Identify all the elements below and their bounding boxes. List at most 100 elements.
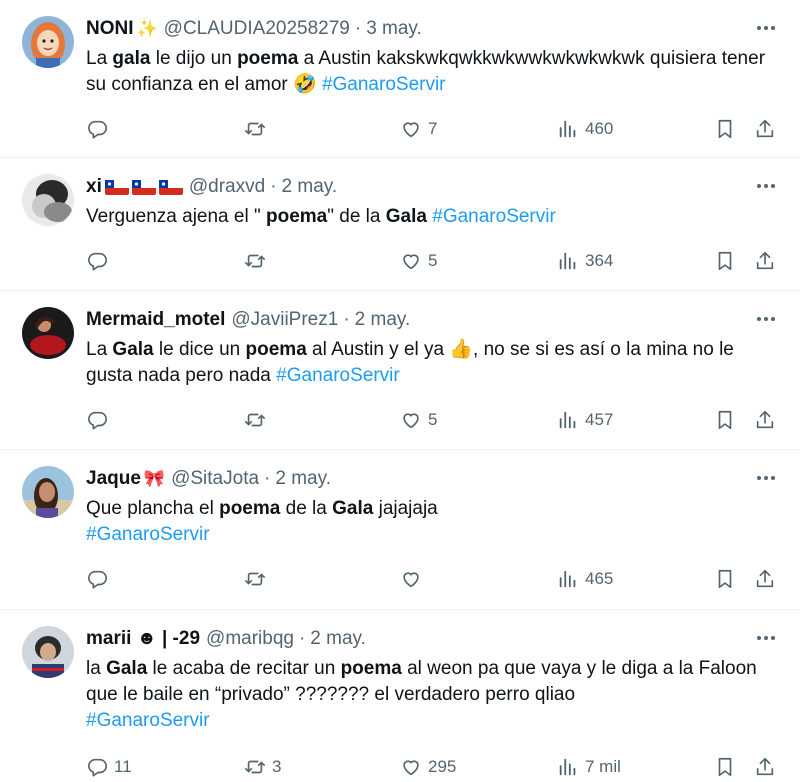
tweet-actions: 465 <box>86 567 786 591</box>
retweet-button[interactable] <box>244 567 272 591</box>
tweet[interactable]: marii ☻ | -29 @maribqg · 2 may. la Gala … <box>0 610 800 782</box>
text-segment: le dice un <box>153 339 246 360</box>
reply-button[interactable] <box>86 249 114 273</box>
reply-icon <box>88 570 107 589</box>
author-name[interactable]: Jaque <box>86 467 141 491</box>
tweet[interactable]: xi @draxvd · 2 may. Verguenza ajena el "… <box>0 158 800 291</box>
like-button[interactable]: 5 <box>400 408 437 432</box>
views-button[interactable]: 465 <box>557 567 613 591</box>
reply-button[interactable] <box>86 408 114 432</box>
text-segment: Verguenza ajena el " <box>86 206 266 227</box>
avatar[interactable] <box>22 466 74 518</box>
bookmark-icon <box>718 410 732 430</box>
retweet-count: 3 <box>272 757 282 776</box>
tweet-header: xi @draxvd · 2 may. <box>86 175 337 199</box>
author-handle[interactable]: @CLAUDIA20258279 <box>164 17 350 41</box>
reply-button[interactable]: 11 <box>86 755 132 779</box>
reply-button[interactable] <box>86 567 114 591</box>
tweet-actions: 11 3 295 7 mil <box>86 755 786 779</box>
highlighted-keyword: Gala <box>112 339 154 360</box>
like-icon <box>403 760 419 776</box>
tweet-date[interactable]: 3 may. <box>366 17 422 41</box>
more-button[interactable] <box>754 16 778 40</box>
tweet[interactable]: Mermaid_motel @JaviiPrez1 · 2 may. La Ga… <box>0 291 800 450</box>
retweet-button[interactable] <box>244 117 272 141</box>
tweet-text: La gala le dijo un poema a Austin kakskw… <box>86 46 784 98</box>
views-button[interactable]: 457 <box>557 408 613 432</box>
more-icon <box>757 317 775 321</box>
tweet[interactable]: NONI ✨ @CLAUDIA20258279 · 3 may. La gala… <box>0 0 800 158</box>
bookmark-button[interactable] <box>714 117 736 141</box>
author-name[interactable]: xi <box>86 175 102 199</box>
views-icon <box>559 758 576 776</box>
tweet-header: NONI ✨ @CLAUDIA20258279 · 3 may. <box>86 17 422 41</box>
avatar[interactable] <box>22 307 74 359</box>
tweet-date[interactable]: 2 may. <box>355 308 411 332</box>
more-button[interactable] <box>754 466 778 490</box>
tweet-date[interactable]: 2 may. <box>282 175 338 199</box>
more-button[interactable] <box>754 626 778 650</box>
views-button[interactable]: 7 mil <box>557 755 621 779</box>
author-handle[interactable]: @JaviiPrez1 <box>231 308 338 332</box>
avatar-image <box>22 307 74 359</box>
like-button[interactable]: 7 <box>400 117 437 141</box>
highlighted-keyword: poema <box>245 339 307 360</box>
ribbon-icon: 🎀 <box>143 469 166 489</box>
avatar[interactable] <box>22 16 74 68</box>
share-button[interactable] <box>754 249 776 273</box>
separator-dot: · <box>354 18 362 39</box>
avatar[interactable] <box>22 174 74 226</box>
text-segment: le acaba de recitar un <box>147 658 341 679</box>
tweet-date[interactable]: 2 may. <box>310 627 366 651</box>
views-button[interactable]: 460 <box>557 117 613 141</box>
retweet-icon <box>245 572 265 586</box>
separator-dot: · <box>343 309 350 330</box>
separator-dot: · <box>298 628 306 649</box>
author-handle[interactable]: @maribqg <box>206 627 294 651</box>
share-button[interactable] <box>754 408 776 432</box>
retweet-icon <box>245 122 265 136</box>
hashtag-link[interactable]: #GanaroServir <box>432 206 556 227</box>
share-icon <box>756 251 774 270</box>
tweet-date[interactable]: 2 may. <box>275 467 331 491</box>
share-button[interactable] <box>754 117 776 141</box>
more-button[interactable] <box>754 307 778 331</box>
hashtag-link[interactable]: #GanaroServir <box>276 365 400 386</box>
reply-icon <box>88 758 107 777</box>
hashtag-link[interactable]: #GanaroServir <box>86 524 210 545</box>
hashtag-link[interactable]: #GanaroServir <box>86 710 210 731</box>
reply-count: 11 <box>114 757 132 776</box>
chile-flag-icon <box>158 179 183 195</box>
tweet[interactable]: Jaque 🎀 @SitaJota · 2 may. Que plancha e… <box>0 450 800 610</box>
author-name[interactable]: marii ☻ | -29 <box>86 627 200 651</box>
tweet-text: la Gala le acaba de recitar un poema al … <box>86 656 784 734</box>
view-count: 460 <box>585 119 614 138</box>
views-button[interactable]: 364 <box>557 249 613 273</box>
bookmark-button[interactable] <box>714 249 736 273</box>
author-name[interactable]: NONI <box>86 17 134 41</box>
bookmark-button[interactable] <box>714 755 736 779</box>
retweet-button[interactable] <box>244 249 272 273</box>
like-button[interactable]: 295 <box>400 755 456 779</box>
like-button[interactable]: 5 <box>400 249 437 273</box>
bookmark-button[interactable] <box>714 408 736 432</box>
share-button[interactable] <box>754 567 776 591</box>
reply-button[interactable] <box>86 117 114 141</box>
author-handle[interactable]: @draxvd <box>189 175 265 199</box>
view-count: 465 <box>585 569 614 588</box>
more-icon <box>757 26 775 30</box>
text-segment: La <box>86 339 113 360</box>
hashtag-link[interactable]: #GanaroServir <box>322 74 446 95</box>
bookmark-button[interactable] <box>714 567 736 591</box>
retweet-button[interactable] <box>244 408 272 432</box>
text-segment: la <box>86 658 107 679</box>
tweet-header: Jaque 🎀 @SitaJota · 2 may. <box>86 467 331 491</box>
views-icon <box>559 411 576 429</box>
author-name[interactable]: Mermaid_motel <box>86 308 225 332</box>
retweet-button[interactable]: 3 <box>244 755 281 779</box>
like-button[interactable] <box>400 567 428 591</box>
author-handle[interactable]: @SitaJota <box>171 467 259 491</box>
more-button[interactable] <box>754 174 778 198</box>
avatar[interactable] <box>22 626 74 678</box>
share-button[interactable] <box>754 755 776 779</box>
